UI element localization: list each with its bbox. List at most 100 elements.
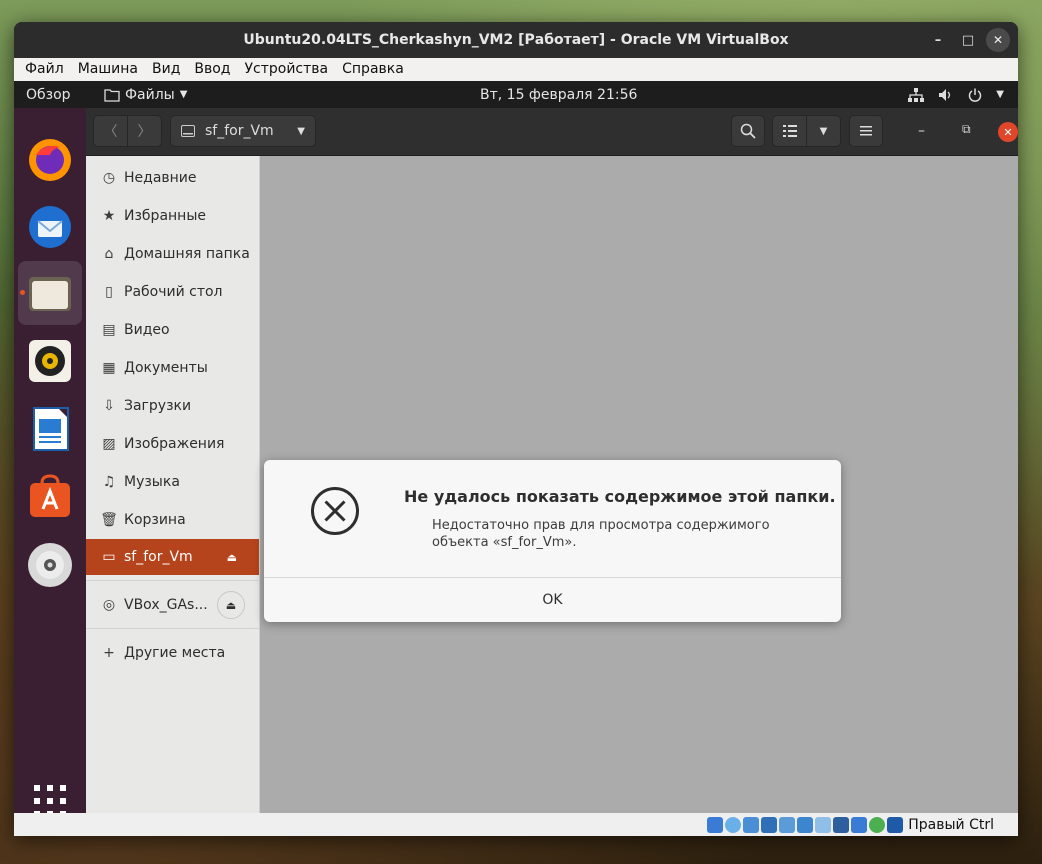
document-icon: ▦ xyxy=(102,360,116,376)
files-close-button[interactable]: ✕ xyxy=(998,122,1018,142)
mouse-integration-icon[interactable] xyxy=(869,816,886,833)
sidebar-item-label: Корзина xyxy=(124,512,186,528)
guest-screen: Обзор Файлы ▼ Вт, 15 февраля 21:56 ▼ 〈 〉… xyxy=(14,81,1018,813)
desktop-icon: ▯ xyxy=(105,284,113,300)
minimize-button[interactable]: – xyxy=(926,28,950,52)
sidebar-item-music[interactable]: ♫ Музыка xyxy=(86,463,259,501)
music-icon: ♫ xyxy=(102,474,116,490)
sidebar-item-other-locations[interactable]: + Другие места xyxy=(86,634,259,672)
virtualization-icon[interactable] xyxy=(851,816,868,833)
virtualbox-window: Ubuntu20.04LTS_Cherkashyn_VM2 [Работает]… xyxy=(14,22,1018,836)
dock-show-apps[interactable] xyxy=(18,769,82,813)
network-icon xyxy=(908,87,925,102)
sidebar-item-label: Избранные xyxy=(124,208,206,224)
sidebar-item-recent[interactable]: ◷ Недавние xyxy=(86,159,259,197)
shared-folders-icon[interactable] xyxy=(797,816,814,833)
sidebar-item-label: Документы xyxy=(124,360,208,376)
dock-disc[interactable] xyxy=(18,533,82,597)
menu-devices[interactable]: Устройства xyxy=(238,58,336,81)
files-minimize-button[interactable]: – xyxy=(918,123,925,139)
audio-icon[interactable] xyxy=(743,816,760,833)
sidebar-item-vbox-gas[interactable]: ◎ VBox_GAs... ⏏ xyxy=(86,586,259,624)
files-headerbar: 〈 〉 sf_for_Vm ▼ ▼ – ⧉ ✕ xyxy=(86,108,1018,156)
error-dialog: Не удалось показать содержимое этой папк… xyxy=(264,460,841,622)
search-button[interactable] xyxy=(731,115,765,147)
list-view-icon xyxy=(782,125,797,137)
dock-files[interactable] xyxy=(18,261,82,325)
view-options-button[interactable]: ▼ xyxy=(806,115,841,147)
hamburger-icon xyxy=(860,126,872,136)
vbox-statusbar: Правый Ctrl xyxy=(14,813,1018,836)
chevron-down-icon: ▼ xyxy=(996,89,1004,100)
sidebar-item-pictures[interactable]: ▨ Изображения xyxy=(86,425,259,463)
chevron-right-icon: 〉 xyxy=(137,124,152,140)
main-menu-button[interactable] xyxy=(849,115,883,147)
close-button[interactable]: ✕ xyxy=(986,28,1010,52)
clock[interactable]: Вт, 15 февраля 21:56 xyxy=(480,87,637,103)
network-adapter-icon[interactable] xyxy=(761,816,778,833)
hard-disk-icon[interactable] xyxy=(707,816,724,833)
home-icon: ⌂ xyxy=(104,246,114,262)
sidebar-item-documents[interactable]: ▦ Документы xyxy=(86,349,259,387)
sidebar-item-videos[interactable]: ▤ Видео xyxy=(86,311,259,349)
trash-icon: 🗑︎ xyxy=(100,512,118,528)
window-title: Ubuntu20.04LTS_Cherkashyn_VM2 [Работает]… xyxy=(243,32,789,48)
sidebar-item-label: Рабочий стол xyxy=(124,284,223,300)
view-toggle-button[interactable] xyxy=(772,115,807,147)
display-icon[interactable] xyxy=(815,816,832,833)
back-button[interactable]: 〈 xyxy=(93,115,128,147)
dock-writer[interactable] xyxy=(18,397,82,461)
places-sidebar: ◷ Недавние ★ Избранные ⌂ Домашняя папка ▯ Ра… xyxy=(86,156,260,813)
error-icon xyxy=(311,487,359,535)
optical-disc-icon: ◎ xyxy=(102,597,116,613)
chevron-left-icon: 〈 xyxy=(103,124,118,140)
menu-input[interactable]: Ввод xyxy=(187,58,237,81)
sidebar-item-home[interactable]: ⌂ Домашняя папка xyxy=(86,235,259,273)
system-tray[interactable]: ▼ xyxy=(908,87,1004,102)
sidebar-item-trash[interactable]: 🗑︎ Корзина xyxy=(86,501,259,539)
sidebar-item-label: Музыка xyxy=(124,474,180,490)
chevron-down-icon: ▼ xyxy=(297,125,305,137)
menu-help[interactable]: Справка xyxy=(335,58,411,81)
sidebar-item-label: Недавние xyxy=(124,170,197,186)
volume-icon xyxy=(939,88,951,101)
dock-rhythmbox[interactable] xyxy=(18,329,82,393)
vbox-menubar: Файл Машина Вид Ввод Устройства Справка xyxy=(14,58,1018,81)
download-icon: ⇩ xyxy=(103,398,115,414)
dock-firefox[interactable] xyxy=(18,127,82,191)
activities-button[interactable]: Обзор xyxy=(26,87,71,103)
keyboard-capture-icon[interactable] xyxy=(887,816,904,833)
video-capture-icon[interactable] xyxy=(833,816,850,833)
ok-button[interactable]: OK xyxy=(264,578,841,622)
dock-thunderbird[interactable] xyxy=(18,195,82,259)
optical-drive-icon[interactable] xyxy=(725,816,742,833)
maximize-button[interactable]: □ xyxy=(956,28,980,52)
chevron-down-icon: ▼ xyxy=(179,89,188,100)
sidebar-separator xyxy=(86,580,259,581)
app-menu-label: Файлы xyxy=(125,86,175,103)
window-titlebar[interactable]: Ubuntu20.04LTS_Cherkashyn_VM2 [Работает]… xyxy=(14,22,1018,58)
chevron-down-icon: ▼ xyxy=(819,125,828,137)
usb-icon[interactable] xyxy=(779,816,796,833)
menu-machine[interactable]: Машина xyxy=(71,58,145,81)
sidebar-item-sf-for-vm[interactable]: ▭ sf_for_Vm ⏏ xyxy=(86,539,259,575)
star-icon: ★ xyxy=(102,208,116,224)
libreoffice-writer-icon xyxy=(33,407,69,451)
forward-button[interactable]: 〉 xyxy=(127,115,162,147)
sidebar-item-starred[interactable]: ★ Избранные xyxy=(86,197,259,235)
dock-software[interactable] xyxy=(18,465,82,529)
files-icon xyxy=(29,277,71,311)
sidebar-item-desktop[interactable]: ▯ Рабочий стол xyxy=(86,273,259,311)
menu-file[interactable]: Файл xyxy=(18,58,71,81)
host-key-label: Правый Ctrl xyxy=(908,816,994,833)
app-menu-button[interactable]: Файлы ▼ xyxy=(104,87,187,103)
thunderbird-icon xyxy=(29,206,71,248)
eject-icon[interactable]: ⏏ xyxy=(227,551,237,564)
files-maximize-button[interactable]: ⧉ xyxy=(962,122,971,137)
menu-view[interactable]: Вид xyxy=(145,58,187,81)
sidebar-item-downloads[interactable]: ⇩ Загрузки xyxy=(86,387,259,425)
sidebar-item-label: Изображения xyxy=(124,436,225,452)
eject-button[interactable]: ⏏ xyxy=(217,591,245,619)
path-bar[interactable]: sf_for_Vm ▼ xyxy=(170,115,316,147)
running-indicator xyxy=(20,290,25,295)
